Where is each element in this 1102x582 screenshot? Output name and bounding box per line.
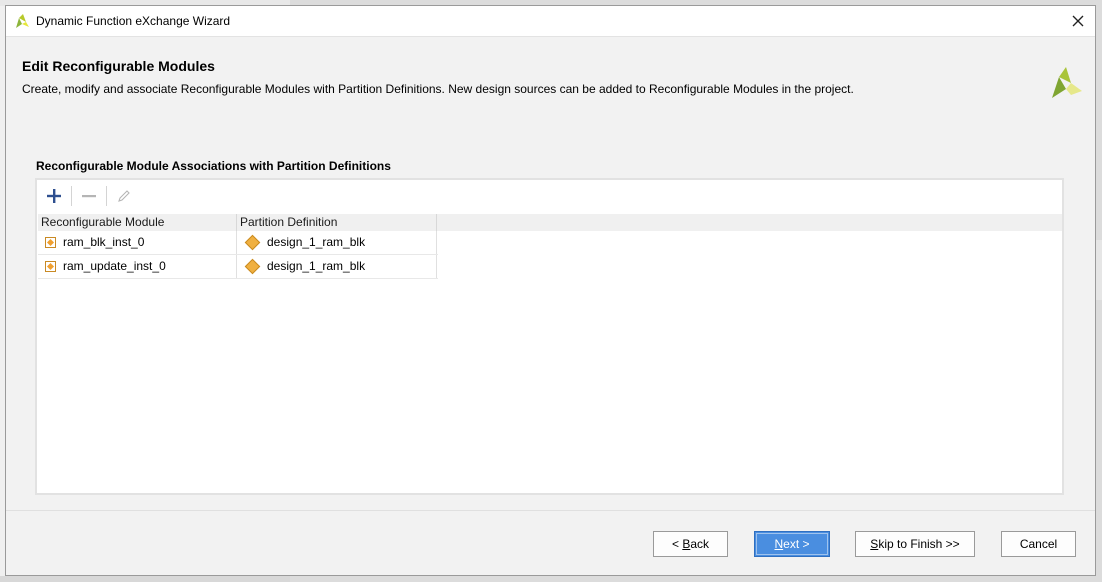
skip-button-mnemonic: S: [870, 537, 879, 551]
back-button-mnemonic: B: [682, 537, 691, 551]
column-header-module[interactable]: Reconfigurable Module: [38, 214, 237, 231]
back-button-label: ack: [690, 537, 710, 551]
edit-button[interactable]: [111, 183, 137, 209]
module-cell: ram_update_inst_0: [38, 255, 237, 278]
footer-divider: [6, 510, 1095, 511]
background-ide-bottom: [0, 576, 290, 582]
next-button-label: ext >: [783, 537, 810, 551]
module-name: ram_blk_inst_0: [63, 235, 145, 249]
next-button-mnemonic: N: [774, 537, 784, 551]
page-description: Create, modify and associate Reconfigura…: [22, 82, 854, 96]
reconfigurable-module-icon: [45, 237, 56, 248]
edit-icon: [118, 190, 130, 202]
back-button[interactable]: < Back: [653, 531, 728, 557]
next-button[interactable]: Next >: [754, 531, 830, 557]
partition-name: design_1_ram_blk: [267, 259, 366, 273]
partition-cell: design_1_ram_blk: [237, 255, 437, 278]
back-button-prefix: <: [671, 537, 683, 551]
close-icon: [1072, 15, 1084, 27]
table-header: Reconfigurable Module Partition Definiti…: [38, 214, 1062, 231]
dfx-wizard-dialog: Dynamic Function eXchange Wizard Edit Re…: [5, 5, 1096, 576]
close-button[interactable]: [1065, 8, 1091, 34]
add-icon: [47, 189, 61, 203]
table-toolbar: [37, 180, 1062, 212]
remove-icon: [82, 195, 96, 198]
title-bar: Dynamic Function eXchange Wizard: [6, 6, 1095, 36]
partition-cell: design_1_ram_blk: [237, 231, 437, 254]
module-cell: ram_blk_inst_0: [38, 231, 237, 254]
remove-button[interactable]: [76, 183, 102, 209]
partition-definition-icon: [244, 234, 261, 251]
toolbar-separator: [71, 186, 72, 206]
table-row[interactable]: ram_blk_inst_0 design_1_ram_blk: [38, 231, 438, 255]
partition-name: design_1_ram_blk: [267, 235, 366, 249]
associations-panel: Reconfigurable Module Partition Definiti…: [35, 178, 1064, 495]
column-header-partition[interactable]: Partition Definition: [237, 214, 437, 231]
add-button[interactable]: [41, 183, 67, 209]
page-title: Edit Reconfigurable Modules: [22, 58, 215, 74]
section-label: Reconfigurable Module Associations with …: [36, 159, 391, 173]
dialog-body: Edit Reconfigurable Modules Create, modi…: [6, 36, 1095, 575]
table-row[interactable]: ram_update_inst_0 design_1_ram_blk: [38, 255, 438, 279]
reconfigurable-module-icon: [45, 261, 56, 272]
window-title: Dynamic Function eXchange Wizard: [36, 14, 231, 28]
xilinx-logo-icon: [16, 14, 29, 28]
associations-table: Reconfigurable Module Partition Definiti…: [38, 214, 1062, 279]
background-ide-right: [1096, 240, 1102, 300]
toolbar-separator: [106, 186, 107, 206]
xilinx-logo-icon: [1052, 67, 1082, 98]
cancel-button[interactable]: Cancel: [1001, 531, 1076, 557]
module-name: ram_update_inst_0: [63, 259, 166, 273]
skip-to-finish-button[interactable]: Skip to Finish >>: [855, 531, 975, 557]
partition-definition-icon: [244, 258, 261, 275]
skip-button-label: kip to Finish >>: [878, 537, 960, 551]
